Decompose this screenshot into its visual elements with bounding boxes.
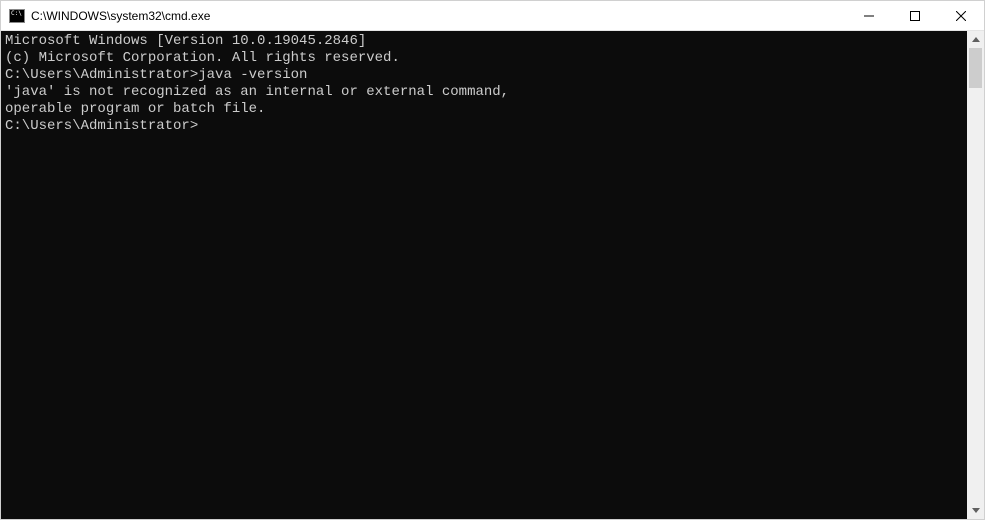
chevron-up-icon — [972, 37, 980, 42]
console-line: (c) Microsoft Corporation. All rights re… — [5, 50, 963, 67]
minimize-icon — [864, 11, 874, 21]
console-line: Microsoft Windows [Version 10.0.19045.28… — [5, 33, 963, 50]
cmd-app-icon — [9, 8, 25, 24]
console-line: operable program or batch file. — [5, 101, 963, 118]
vertical-scrollbar[interactable] — [967, 31, 984, 519]
scroll-track[interactable] — [967, 48, 984, 502]
console-output[interactable]: Microsoft Windows [Version 10.0.19045.28… — [1, 31, 967, 519]
minimize-button[interactable] — [846, 1, 892, 30]
window-title: C:\WINDOWS\system32\cmd.exe — [31, 9, 846, 23]
chevron-down-icon — [972, 508, 980, 513]
console-line: 'java' is not recognized as an internal … — [5, 84, 963, 101]
console-container: Microsoft Windows [Version 10.0.19045.28… — [1, 31, 984, 519]
console-line: C:\Users\Administrator>java -version — [5, 67, 963, 84]
scroll-down-button[interactable] — [967, 502, 984, 519]
close-button[interactable] — [938, 1, 984, 30]
maximize-button[interactable] — [892, 1, 938, 30]
window-controls — [846, 1, 984, 30]
console-line: C:\Users\Administrator> — [5, 118, 963, 135]
cmd-window: C:\WINDOWS\system32\cmd.exe Microsoft Wi… — [0, 0, 985, 520]
titlebar[interactable]: C:\WINDOWS\system32\cmd.exe — [1, 1, 984, 31]
prompt-path: C:\Users\Administrator> — [5, 67, 198, 83]
scroll-thumb[interactable] — [969, 48, 982, 88]
command-text: java -version — [198, 67, 307, 83]
maximize-icon — [910, 11, 920, 21]
close-icon — [956, 11, 966, 21]
scroll-up-button[interactable] — [967, 31, 984, 48]
prompt-path: C:\Users\Administrator> — [5, 118, 198, 134]
